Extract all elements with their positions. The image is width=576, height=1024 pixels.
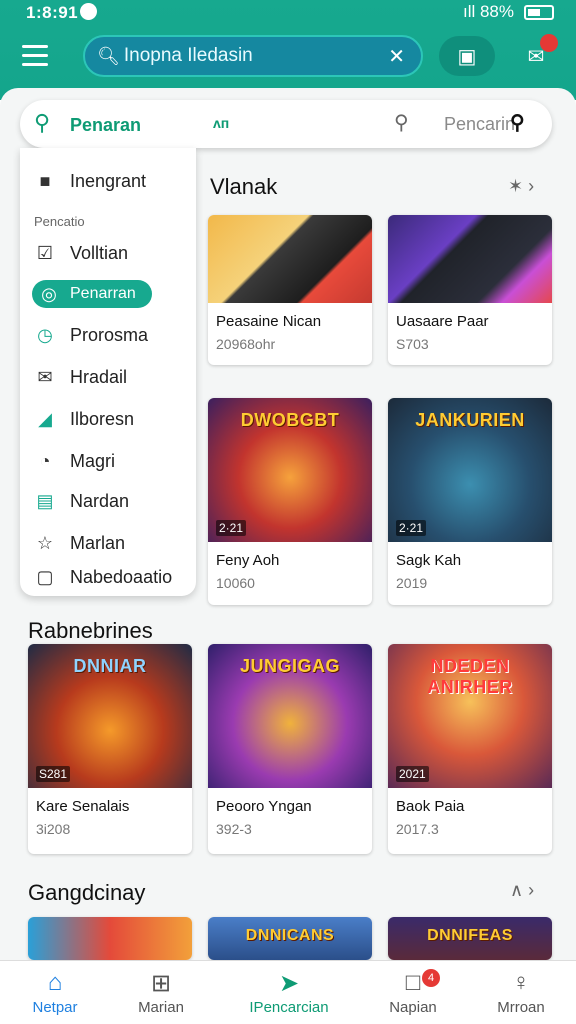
square-icon: ▢ <box>36 566 54 587</box>
search-icon: 🔍︎ <box>97 45 120 66</box>
star-icon: ☆ <box>36 532 54 553</box>
game-thumbnail: DNNIFEAS <box>388 917 552 960</box>
checkbox-icon: ☑ <box>36 242 54 263</box>
person-icon: ♀ <box>512 969 530 996</box>
search-row-indicator: ᴧᴨ <box>213 115 230 131</box>
clock-icon: ◷ <box>37 324 53 345</box>
chevron-right-icon[interactable]: ✶ › <box>508 176 534 197</box>
section-title: Vlanak <box>210 174 278 199</box>
nav-profile[interactable]: ♀ Mrroan <box>466 967 576 1016</box>
notification-badge: 4 <box>422 969 440 987</box>
game-card[interactable] <box>28 917 192 960</box>
game-thumbnail: JANKURIEN 2·21 <box>388 398 552 542</box>
nav-search[interactable]: ➤ IPencarcian <box>233 967 345 1017</box>
drawer-item[interactable]: ☑ Volltian <box>34 238 128 268</box>
section-title: Gangdcinay <box>28 880 146 905</box>
nav-grid[interactable]: ⊞ Marian <box>106 967 216 1017</box>
status-signal: ıll 88% <box>462 2 514 21</box>
game-card[interactable]: DNNIFEAS <box>388 917 552 960</box>
game-card[interactable]: DWOBGBT 2·21 Feny Aoh 10060 <box>208 398 372 605</box>
game-thumbnail <box>28 917 192 960</box>
game-card[interactable]: DNNICANS <box>208 917 372 960</box>
status-bar: 1:8:91 ıll 88% <box>0 0 576 28</box>
drawer-item[interactable]: ◔ Magri <box>34 446 115 476</box>
drawer-item[interactable]: ▤ Nardan <box>34 486 129 516</box>
game-card[interactable]: DNNIAR S281 Kare Senalais 3i208 <box>28 644 192 854</box>
game-card[interactable]: NDEDEN ANIRHER 2021 Baok Paia 2017.3 <box>388 644 552 854</box>
search-icon: ⚲ <box>394 112 409 134</box>
cart-button[interactable]: ▣ <box>439 36 495 76</box>
hamburger-icon <box>22 44 48 48</box>
list-icon: ▤ <box>36 490 54 511</box>
game-card[interactable]: JUNGIGAG Peooro Yngan 392-3 <box>208 644 372 854</box>
nav-home[interactable]: ⌂ Netpar <box>0 967 110 1016</box>
drawer-item[interactable]: ☆ Marlan <box>34 528 125 558</box>
drawer-item[interactable]: ◢ Ilboresn <box>34 404 134 434</box>
cart-icon: ▣ <box>457 45 477 68</box>
mail-icon: ✉ <box>37 366 53 387</box>
game-card[interactable]: Uasaare Paar S703 <box>388 215 552 365</box>
game-thumbnail: DWOBGBT 2·21 <box>208 398 372 542</box>
compass-icon: ◔ <box>39 450 51 471</box>
section-title: Rabnebrines <box>28 618 153 643</box>
status-time: 1:8:91 <box>26 3 79 22</box>
game-thumbnail: JUNGIGAG <box>208 644 372 788</box>
search-input[interactable]: Pencarin <box>444 114 515 135</box>
chevron-right-icon[interactable]: ∧ › <box>510 880 534 901</box>
chart-icon: ◢ <box>38 408 52 429</box>
top-search-field[interactable]: 🔍︎ Inopna Iledasin ✕ <box>83 35 423 77</box>
drawer-section-label: Pencatio <box>34 214 85 229</box>
chat-icon: □ <box>405 969 421 996</box>
search-icon: ⚲ <box>34 110 51 135</box>
messages-button[interactable]: ✉ <box>508 34 564 76</box>
bag-icon: ■ <box>39 170 51 191</box>
category-drawer: ■ Inengrant Pencatio ☑ Volltian ◎ Penarr… <box>20 148 196 596</box>
drawer-item[interactable]: ■ Inengrant <box>34 166 147 196</box>
game-thumbnail: NDEDEN ANIRHER 2021 <box>388 644 552 788</box>
game-thumbnail: DNNIAR S281 <box>28 644 192 788</box>
globe-icon: ◎ <box>41 283 57 304</box>
game-thumbnail: DNNICANS <box>208 917 372 960</box>
nav-messages[interactable]: □ 4 Napian <box>358 967 468 1016</box>
clear-icon[interactable]: ✕ <box>388 44 405 69</box>
send-icon: ➤ <box>278 969 300 997</box>
bottom-navigation: ⌂ Netpar ⊞ Marian ➤ IPencarcian □ 4 Napi… <box>0 960 576 1024</box>
notification-badge <box>540 34 558 52</box>
home-icon: ⌂ <box>47 969 63 996</box>
game-card[interactable]: JANKURIEN 2·21 Sagk Kah 2019 <box>388 398 552 605</box>
top-search-text: Inopna Iledasin <box>123 45 253 66</box>
search-submit-icon[interactable]: ⚲ <box>510 110 525 135</box>
drawer-item[interactable]: ✉ Hradail <box>34 362 127 392</box>
drawer-item[interactable]: ◷ Prorosma <box>34 320 148 350</box>
search-row-label: Penaran <box>70 115 142 135</box>
game-card[interactable]: Peasaine Nican 20968ohr <box>208 215 372 365</box>
drawer-item-active[interactable]: ◎ Penarran <box>32 280 152 308</box>
game-thumbnail <box>208 215 372 303</box>
notification-dot-icon <box>80 3 97 20</box>
battery-icon <box>524 4 554 20</box>
grid-icon: ⊞ <box>150 969 172 997</box>
search-row[interactable]: ⚲ Penaran ᴧᴨ ⚲ Pencarin ⚲ <box>20 100 552 148</box>
game-thumbnail <box>388 215 552 303</box>
drawer-item[interactable]: ▢ Nabedoaatio <box>34 562 172 592</box>
menu-button[interactable] <box>22 38 62 72</box>
